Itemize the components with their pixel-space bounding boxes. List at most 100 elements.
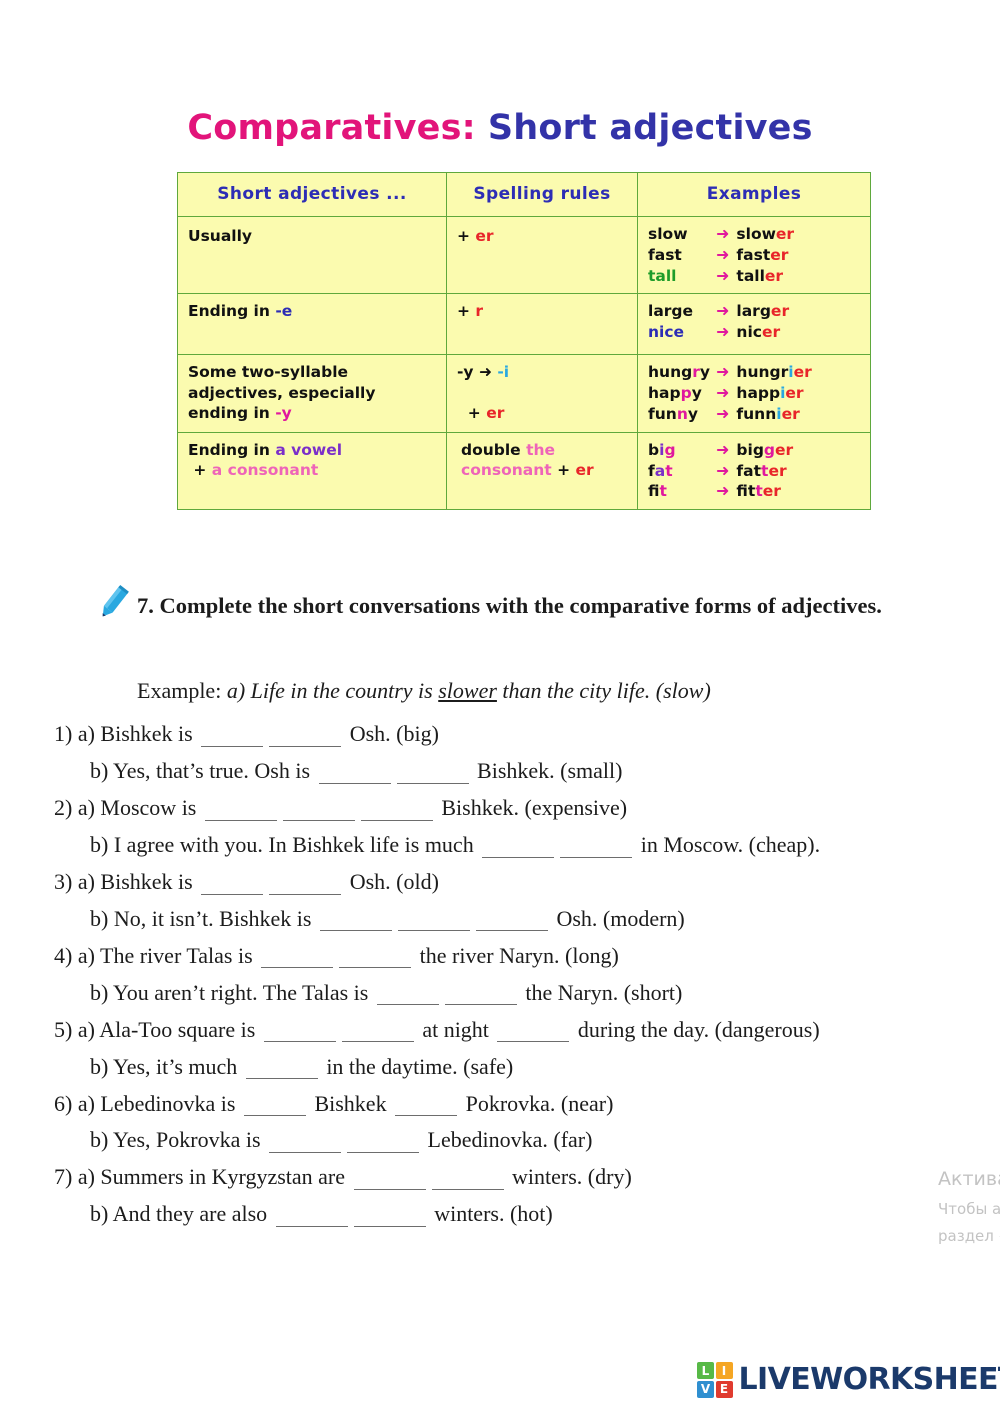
example-answer: slower — [438, 678, 497, 703]
example-pair: funny ➜ funn i er — [648, 404, 800, 424]
example-pair: slow ➜ slow er — [648, 224, 795, 244]
rule-examples-vowel-consonant: big➜bigger fat➜fatter fit➜fitter — [637, 431, 871, 511]
exercise-line: 7) a) Summers in Kyrgyzstan are winters.… — [54, 1159, 984, 1196]
answer-blank[interactable] — [318, 760, 391, 784]
exercise-number: 7) — [54, 1164, 73, 1190]
answer-blank[interactable] — [353, 1166, 426, 1191]
arrow-icon: ➜ — [716, 439, 730, 459]
exercise-sublabel: a) — [77, 1090, 95, 1116]
table-row: Ending in -e + r large ➜ larg e r nice ➜ nic er — [177, 293, 871, 356]
column-header-short-adjectives: Short adjectives ... — [177, 171, 447, 218]
exercise-text-post: winters. (dry) — [512, 1164, 632, 1190]
example-pair: fat ➜ fat t er — [648, 460, 787, 480]
task-number: 7. — [137, 593, 154, 618]
answer-blank[interactable] — [269, 870, 342, 895]
exercise-text-pre: The river Talas is — [100, 942, 253, 968]
arrow-icon: ➜ — [716, 404, 730, 424]
answer-blank[interactable] — [431, 1166, 504, 1191]
answer-blank[interactable] — [319, 907, 392, 932]
arrow-icon: ➜ — [716, 383, 730, 403]
exercise-line: 6) a) Lebedinovka is Bishkek Pokrovka. (… — [54, 1086, 984, 1123]
answer-blank[interactable] — [482, 833, 555, 858]
rule-examples-usually: slow ➜ slow er fast ➜ fast er tall ➜ tall er — [637, 216, 871, 295]
answer-blank[interactable] — [444, 981, 517, 1006]
answer-blank[interactable] — [269, 723, 342, 747]
liveworksheets-logo[interactable]: L I V E LIVEWORKSHEETS — [697, 1362, 1000, 1398]
example-pair: happy ➜ happ i er — [648, 383, 804, 403]
example-pair: fast ➜ fast er — [648, 244, 789, 264]
rule-condition-two-syllable: Some two-syllable adjectives, especially… — [177, 354, 447, 433]
answer-blank[interactable] — [560, 833, 633, 858]
exercise-sublabel: b) — [90, 831, 109, 857]
logo-letter-e: E — [715, 1380, 733, 1398]
exercise-text-pre: Summers in Kyrgyzstan are — [100, 1164, 346, 1190]
rule-spelling-usually: + er — [446, 216, 638, 295]
spelling-rules-table: Short adjectives ... Spelling rules Exam… — [177, 171, 871, 511]
answer-blank[interactable] — [263, 1018, 336, 1043]
answer-blank[interactable] — [397, 907, 470, 932]
exercise-text-pre: Yes, it’s much — [113, 1053, 238, 1079]
answer-blank[interactable] — [497, 1018, 570, 1043]
rule-spelling-two-syllable: -y ➜ -i + er — [446, 354, 638, 433]
arrow-icon: ➜ — [716, 244, 730, 264]
example-pair: nice ➜ nic er — [648, 322, 781, 342]
arrow-icon: ➜ — [716, 481, 730, 501]
exercise-line: b) I agree with you. In Bishkek life is … — [54, 827, 984, 864]
exercise-sublabel: a) — [77, 1016, 95, 1042]
list-item: 4) a) The river Talas is the river Naryn… — [54, 938, 984, 1012]
table-header-row: Short adjectives ... Spelling rules Exam… — [177, 171, 871, 218]
exercise-text-post: Bishkek. (expensive) — [441, 794, 628, 820]
task-instruction: 7. Complete the short conversations with… — [137, 589, 977, 624]
answer-blank[interactable] — [360, 797, 433, 821]
list-item: 1) a) Bishkek is Osh. (big) b) Yes, that… — [54, 716, 984, 790]
exercise-text-pre: And they are also — [112, 1201, 268, 1227]
list-item: 2) a) Moscow is Bishkek. (expensive) b) … — [54, 790, 984, 864]
example-label: Example: — [137, 678, 222, 703]
exercise-sublabel: b) — [90, 1053, 109, 1079]
exercise-text-mid: Bishkek — [314, 1090, 387, 1116]
example-pair: fit➜fitter — [648, 481, 781, 501]
answer-blank[interactable] — [275, 1203, 348, 1228]
task-instruction-text: Complete the short conversations with th… — [159, 593, 882, 618]
exercise-sublabel: a) — [77, 868, 95, 894]
answer-blank[interactable] — [341, 1018, 414, 1043]
answer-blank[interactable] — [282, 797, 355, 821]
exercise-number: 4) — [54, 942, 73, 968]
table-row: Some two-syllable adjectives, especially… — [177, 354, 871, 433]
answer-blank[interactable] — [396, 760, 469, 784]
exercise-text-post: winters. (hot) — [434, 1201, 553, 1227]
exercise-text-pre: No, it isn’t. Bishkek is — [113, 905, 312, 931]
answer-blank[interactable] — [204, 797, 277, 821]
exercise-text-post: the river Naryn. (long) — [419, 942, 619, 968]
exercise-text-pre: Bishkek is — [100, 721, 193, 746]
exercise-line: b) Yes, that’s true. Osh is Bishkek. (sm… — [54, 753, 984, 790]
exercise-sublabel: b) — [90, 757, 109, 783]
arrow-icon: ➜ — [716, 224, 730, 244]
answer-blank[interactable] — [353, 1203, 426, 1228]
answer-blank[interactable] — [245, 1055, 318, 1080]
answer-blank[interactable] — [201, 723, 264, 747]
exercise-number: 1) — [54, 721, 73, 746]
table-row: Usually + er slow ➜ slow er fast ➜ fast er tal… — [177, 216, 871, 295]
answer-blank[interactable] — [376, 981, 439, 1006]
answer-blank[interactable] — [475, 907, 548, 932]
rule-examples-ending-e: large ➜ larg e r nice ➜ nic er — [637, 293, 871, 356]
answer-blank[interactable] — [347, 1129, 420, 1154]
exercise-text-pre: Bishkek is — [100, 868, 193, 894]
answer-blank[interactable] — [201, 870, 264, 895]
answer-blank[interactable] — [243, 1092, 306, 1117]
answer-blank[interactable] — [395, 1092, 458, 1117]
exercise-number: 5) — [54, 1016, 73, 1042]
column-header-examples: Examples — [637, 171, 871, 218]
answer-blank[interactable] — [339, 944, 412, 969]
exercise-line: b) No, it isn’t. Bishkek is Osh. (modern… — [54, 901, 984, 938]
exercise-line: 5) a) Ala-Too square is at night during … — [54, 1012, 984, 1049]
exercise-text-post: Pokrovka. (near) — [465, 1090, 614, 1116]
exercise-line: 4) a) The river Talas is the river Naryn… — [54, 938, 984, 975]
exercise-sublabel: b) — [90, 1127, 109, 1153]
arrow-icon: ➜ — [716, 265, 730, 285]
rule-examples-two-syllable: hungry ➜ hungr i er happy ➜ happ i er funny ➜ funn… — [637, 354, 871, 433]
answer-blank[interactable] — [269, 1129, 342, 1154]
answer-blank[interactable] — [261, 944, 334, 969]
list-item: 5) a) Ala-Too square is at night during … — [54, 1012, 984, 1086]
